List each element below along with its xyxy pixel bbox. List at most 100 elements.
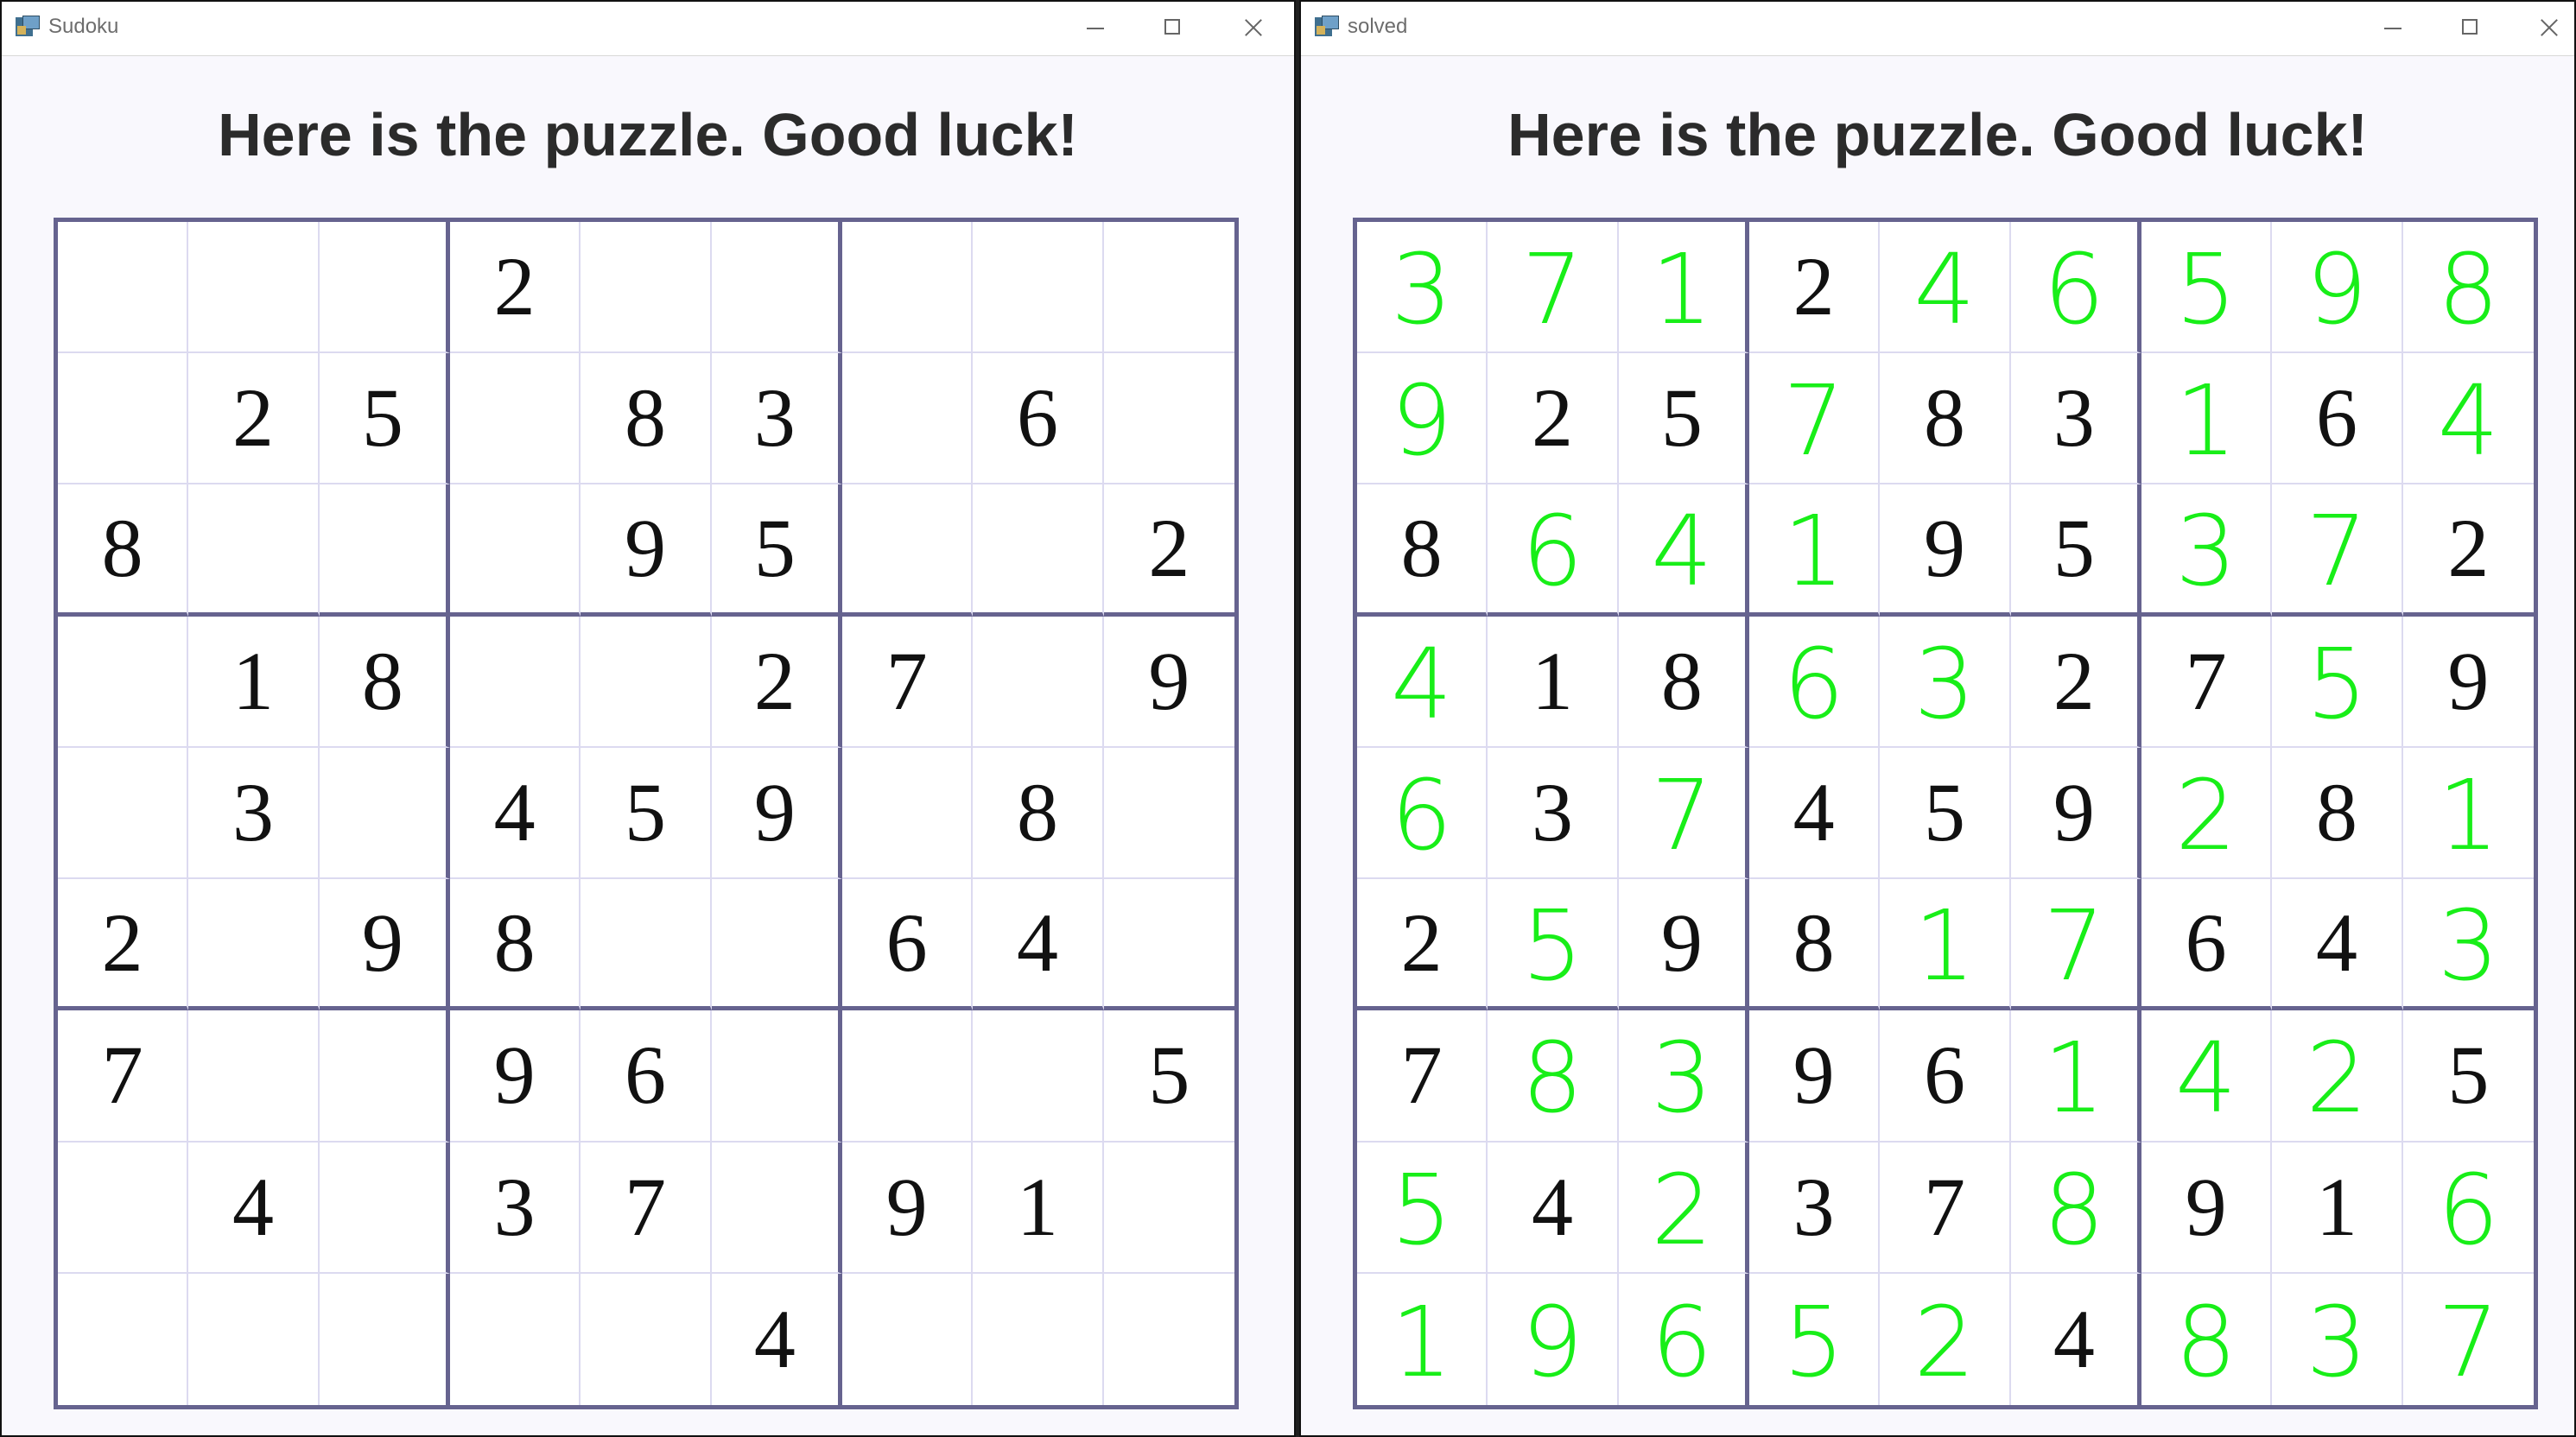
sudoku-cell[interactable] [841, 1010, 974, 1143]
sudoku-cell[interactable] [58, 616, 189, 748]
close-icon[interactable] [1235, 10, 1270, 45]
sudoku-cell[interactable]: 2 [2272, 1010, 2403, 1143]
sudoku-cell[interactable]: 9 [319, 879, 450, 1011]
maximize-icon[interactable] [1156, 10, 1190, 45]
sudoku-cell[interactable]: 9 [841, 1142, 974, 1274]
sudoku-cell[interactable]: 6 [2402, 1143, 2534, 1274]
sudoku-cell[interactable]: 3 [1880, 616, 2011, 748]
sudoku-cell[interactable]: 6 [2272, 353, 2403, 485]
sudoku-cell[interactable]: 4 [1748, 747, 1881, 880]
sudoku-cell[interactable]: 9 [711, 747, 842, 880]
sudoku-cell[interactable] [319, 1142, 450, 1274]
sudoku-cell[interactable]: 3 [2272, 1273, 2403, 1405]
sudoku-cell[interactable]: 6 [973, 353, 1104, 485]
sudoku-cell[interactable] [581, 879, 712, 1011]
sudoku-cell[interactable] [449, 353, 581, 485]
sudoku-cell[interactable]: 1 [1618, 222, 1749, 354]
sudoku-cell[interactable]: 5 [1749, 1273, 1881, 1405]
sudoku-cell[interactable]: 7 [2141, 616, 2273, 748]
sudoku-cell[interactable]: 3 [1618, 1010, 1749, 1143]
sudoku-cell[interactable]: 6 [1880, 1010, 2011, 1143]
sudoku-cell[interactable]: 9 [1618, 879, 1749, 1011]
sudoku-cell[interactable]: 8 [2010, 1142, 2141, 1274]
sudoku-cell[interactable]: 4 [1357, 616, 1488, 748]
sudoku-cell[interactable]: 4 [2402, 353, 2534, 485]
sudoku-cell[interactable]: 7 [581, 1142, 712, 1274]
sudoku-cell[interactable]: 7 [841, 616, 974, 748]
sudoku-cell[interactable]: 5 [1488, 879, 1619, 1011]
sudoku-cell[interactable] [973, 1273, 1104, 1405]
sudoku-cell[interactable]: 2 [188, 353, 320, 485]
minimize-icon[interactable] [2376, 10, 2410, 45]
sudoku-cell[interactable] [450, 1273, 581, 1405]
sudoku-cell[interactable]: 6 [581, 1010, 712, 1143]
sudoku-cell[interactable] [841, 222, 974, 354]
sudoku-cell[interactable] [973, 616, 1104, 748]
sudoku-cell[interactable]: 6 [1748, 616, 1881, 748]
sudoku-cell[interactable]: 5 [1880, 747, 2011, 880]
sudoku-cell[interactable]: 3 [1357, 222, 1488, 354]
sudoku-cell[interactable]: 1 [2272, 1142, 2403, 1274]
sudoku-cell[interactable] [1103, 222, 1234, 354]
sudoku-cell[interactable] [1103, 748, 1234, 880]
sudoku-cell[interactable]: 5 [581, 747, 712, 880]
sudoku-cell[interactable]: 8 [58, 484, 189, 617]
sudoku-cell[interactable] [188, 1010, 320, 1143]
sudoku-cell[interactable] [319, 747, 450, 880]
sudoku-cell[interactable] [1103, 1143, 1234, 1274]
sudoku-cell[interactable]: 8 [2141, 1273, 2273, 1405]
sudoku-cell[interactable]: 7 [2010, 879, 2141, 1011]
sudoku-cell[interactable]: 7 [2272, 484, 2403, 617]
sudoku-cell[interactable]: 3 [2141, 484, 2273, 617]
sudoku-cell[interactable]: 1 [973, 1142, 1104, 1274]
sudoku-cell[interactable]: 5 [2272, 616, 2403, 748]
sudoku-cell[interactable]: 9 [2010, 747, 2141, 880]
sudoku-cell[interactable] [711, 879, 842, 1011]
sudoku-cell[interactable]: 2 [1880, 1273, 2011, 1405]
sudoku-cell[interactable]: 2 [1488, 353, 1619, 485]
sudoku-cell[interactable]: 8 [319, 616, 450, 748]
sudoku-cell[interactable] [973, 1010, 1104, 1143]
sudoku-cell[interactable]: 5 [1618, 353, 1749, 485]
sudoku-cell[interactable] [58, 353, 189, 485]
sudoku-cell[interactable]: 2 [1357, 879, 1488, 1011]
sudoku-cell[interactable] [1103, 879, 1234, 1011]
sudoku-cell[interactable] [711, 1142, 842, 1274]
sudoku-cell[interactable] [188, 222, 320, 354]
sudoku-cell[interactable] [449, 616, 581, 748]
sudoku-cell[interactable]: 4 [449, 747, 581, 880]
sudoku-cell[interactable]: 6 [2141, 879, 2273, 1011]
sudoku-cell[interactable]: 7 [2403, 1274, 2534, 1405]
sudoku-cell[interactable]: 5 [1103, 1010, 1234, 1143]
sudoku-cell[interactable] [58, 222, 189, 354]
sudoku-cell[interactable]: 9 [2272, 222, 2403, 354]
sudoku-cell[interactable]: 6 [1357, 747, 1488, 880]
sudoku-cell[interactable]: 1 [1488, 616, 1619, 748]
sudoku-cell[interactable] [973, 222, 1104, 354]
sudoku-cell[interactable]: 9 [1488, 1273, 1619, 1405]
sudoku-cell[interactable]: 2 [2141, 747, 2273, 880]
sudoku-cell[interactable] [581, 1273, 712, 1405]
sudoku-cell[interactable]: 6 [1488, 484, 1619, 617]
sudoku-cell[interactable]: 8 [973, 747, 1104, 880]
sudoku-cell[interactable]: 8 [2272, 747, 2403, 880]
sudoku-cell[interactable] [1103, 353, 1234, 485]
sudoku-cell[interactable]: 7 [1488, 222, 1619, 354]
sudoku-cell[interactable]: 8 [1618, 616, 1749, 748]
sudoku-cell[interactable]: 5 [2402, 1010, 2534, 1143]
sudoku-cell[interactable] [581, 616, 712, 748]
sudoku-cell[interactable] [319, 1010, 450, 1143]
sudoku-cell[interactable] [973, 484, 1104, 617]
sudoku-cell[interactable]: 9 [449, 1010, 581, 1143]
sudoku-cell[interactable]: 2 [1748, 222, 1881, 354]
sudoku-cell[interactable]: 4 [2011, 1273, 2141, 1405]
sudoku-cell[interactable]: 8 [1488, 1010, 1619, 1143]
sudoku-cell[interactable]: 5 [2141, 222, 2273, 354]
sudoku-cell[interactable]: 5 [319, 353, 450, 485]
title-bar[interactable]: Sudoku [2, 2, 1294, 56]
sudoku-cell[interactable] [319, 484, 450, 617]
sudoku-cell[interactable]: 4 [1488, 1142, 1619, 1274]
sudoku-cell[interactable]: 7 [1618, 747, 1749, 880]
sudoku-cell[interactable] [711, 222, 842, 354]
sudoku-cell[interactable]: 8 [1357, 484, 1488, 617]
